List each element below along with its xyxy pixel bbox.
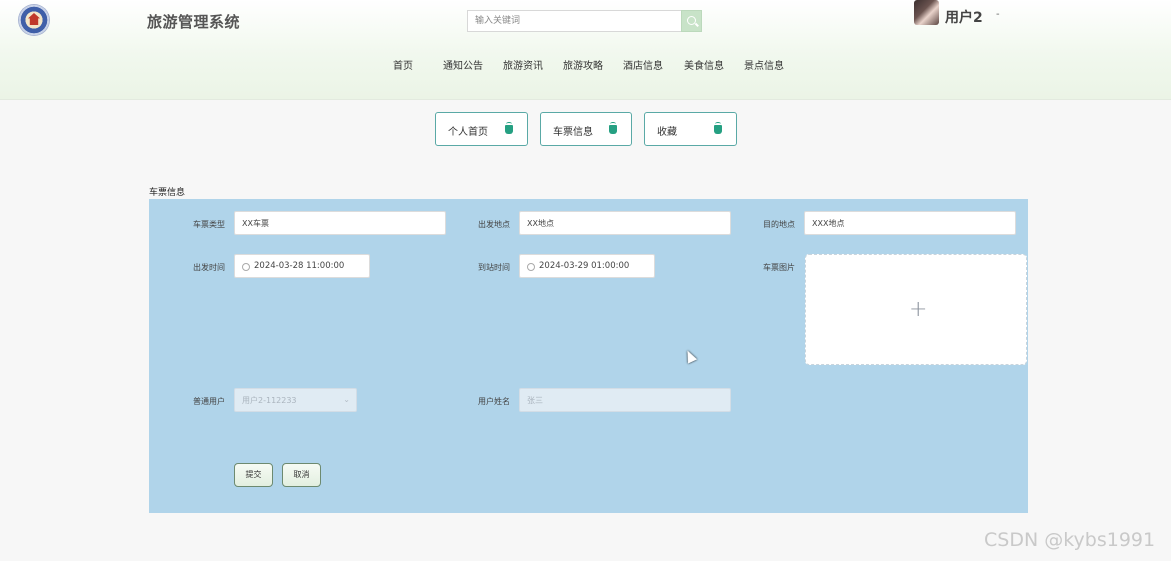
nav-item-notices[interactable]: 通知公告 <box>443 57 483 72</box>
user-name-field <box>519 388 731 412</box>
departure-time-label: 出发时间 <box>193 263 225 272</box>
nav-item-travel-news[interactable]: 旅游资讯 <box>503 57 543 72</box>
nav-item-food[interactable]: 美食信息 <box>684 57 724 72</box>
home-icon <box>714 122 722 134</box>
main-nav: 首页 通知公告 旅游资讯 旅游攻略 酒店信息 美食信息 景点信息 <box>0 57 1171 73</box>
avatar[interactable] <box>914 0 939 25</box>
username[interactable]: 用户2 <box>945 7 983 27</box>
tab-personal-home[interactable]: 个人首页 <box>435 112 528 146</box>
user-name-label: 用户姓名 <box>478 397 510 406</box>
watermark: CSDN @kybs1991 <box>984 529 1156 551</box>
home-icon <box>505 122 513 134</box>
normal-user-label: 普通用户 <box>193 397 225 406</box>
ticket-image-upload[interactable]: + <box>805 254 1027 365</box>
nav-item-hotels[interactable]: 酒店信息 <box>623 57 663 72</box>
normal-user-select: 用户2-112233 ⌄ <box>234 388 357 412</box>
destination-field[interactable] <box>804 211 1016 235</box>
arrival-time-picker[interactable]: 2024-03-29 01:00:00 <box>519 254 655 278</box>
tab-label: 车票信息 <box>553 127 593 138</box>
chevron-down-icon: ⌄ <box>343 395 350 404</box>
cancel-button[interactable]: 取消 <box>282 463 321 487</box>
section-title: 车票信息 <box>149 188 186 198</box>
ticket-image-label: 车票图片 <box>763 263 795 272</box>
submit-button[interactable]: 提交 <box>234 463 273 487</box>
destination-label: 目的地点 <box>763 220 795 229</box>
departure-place-field[interactable] <box>519 211 731 235</box>
plus-icon: + <box>909 297 928 322</box>
search-input[interactable] <box>467 10 681 32</box>
top-header: 旅游管理系统 用户2 - 首页 通知公告 旅游资讯 旅游攻略 酒店信息 美食信息… <box>0 0 1171 100</box>
logo-icon <box>19 5 49 35</box>
arrival-time-value: 2024-03-29 01:00:00 <box>539 261 630 271</box>
user-menu-caret-icon[interactable]: - <box>996 9 1000 20</box>
home-icon <box>609 122 617 134</box>
tab-label: 个人首页 <box>448 127 488 138</box>
app-title: 旅游管理系统 <box>147 13 241 31</box>
tab-ticket-info[interactable]: 车票信息 <box>540 112 632 146</box>
departure-place-label: 出发地点 <box>478 220 510 229</box>
search-button[interactable] <box>681 10 702 32</box>
ticket-type-field[interactable] <box>234 211 446 235</box>
departure-time-picker[interactable]: 2024-03-28 11:00:00 <box>234 254 370 278</box>
nav-item-attractions[interactable]: 景点信息 <box>744 57 784 72</box>
tab-favorites[interactable]: 收藏 <box>644 112 737 146</box>
clock-icon <box>242 263 250 271</box>
arrival-time-label: 到站时间 <box>478 263 510 272</box>
departure-time-value: 2024-03-28 11:00:00 <box>254 261 345 271</box>
nav-item-home[interactable]: 首页 <box>393 57 413 72</box>
ticket-type-label: 车票类型 <box>193 220 225 229</box>
tab-label: 收藏 <box>657 127 677 138</box>
nav-item-travel-guides[interactable]: 旅游攻略 <box>563 57 603 72</box>
normal-user-value: 用户2-112233 <box>242 396 297 405</box>
clock-icon <box>527 263 535 271</box>
